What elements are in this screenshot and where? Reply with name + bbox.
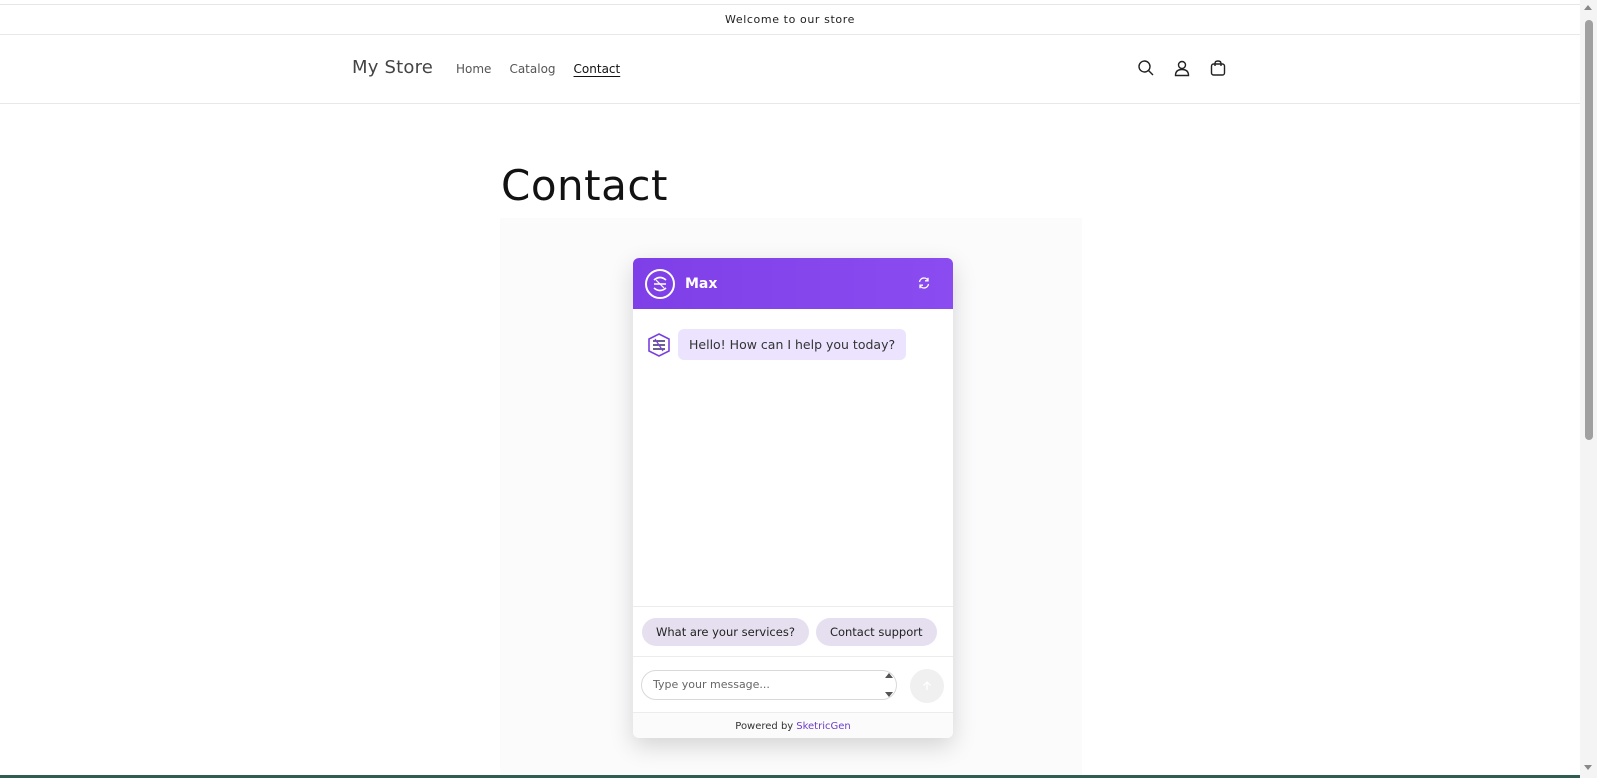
nav-home[interactable]: Home [456, 62, 491, 76]
chat-footer: Powered by SketricGen [633, 713, 953, 738]
chat-header: Max [633, 258, 953, 309]
bot-avatar-icon [647, 332, 671, 357]
bot-logo-icon [645, 268, 675, 299]
message-bubble: Hello! How can I help you today? [678, 329, 907, 360]
main-nav: Home Catalog Contact [456, 62, 620, 76]
suggestion-chips: What are your services? Contact support [633, 607, 953, 657]
chat-widget: Max Hello! How can I help you today? Wha… [633, 258, 953, 738]
header-icons [1136, 57, 1228, 79]
bot-name: Max [685, 275, 718, 292]
cart-icon[interactable] [1208, 57, 1228, 79]
nav-catalog[interactable]: Catalog [509, 62, 555, 76]
chevron-up-icon[interactable] [885, 672, 893, 678]
suggestion-contact-support[interactable]: Contact support [815, 617, 937, 646]
send-button[interactable] [910, 669, 944, 703]
chevron-down-icon[interactable] [885, 691, 893, 697]
powered-by-link[interactable]: SketricGen [796, 721, 850, 732]
input-spinner[interactable] [884, 672, 894, 697]
site-header: My Store Home Catalog Contact [0, 35, 1580, 104]
powered-by-text: Powered by [735, 721, 794, 732]
refresh-icon[interactable] [917, 275, 933, 291]
nav-contact[interactable]: Contact [574, 62, 621, 76]
message-input-wrapper [641, 669, 897, 700]
store-logo[interactable]: My Store [352, 57, 433, 78]
scrollbar-thumb[interactable] [1585, 20, 1593, 440]
announcement-text: Welcome to our store [725, 12, 855, 26]
bot-message: Hello! How can I help you today? [647, 329, 941, 360]
account-icon[interactable] [1172, 57, 1192, 79]
message-list: Hello! How can I help you today? [633, 309, 953, 607]
message-composer [633, 657, 953, 713]
scroll-up-arrow-icon[interactable] [1584, 5, 1592, 10]
message-input[interactable] [651, 677, 875, 692]
page-scrollbar[interactable] [1580, 0, 1597, 778]
suggestion-services[interactable]: What are your services? [642, 617, 809, 646]
announcement-bar: Welcome to our store [0, 4, 1580, 35]
search-icon[interactable] [1136, 57, 1156, 79]
page-title: Contact [501, 161, 668, 211]
send-icon [923, 681, 931, 690]
scroll-down-arrow-icon[interactable] [1584, 765, 1592, 770]
